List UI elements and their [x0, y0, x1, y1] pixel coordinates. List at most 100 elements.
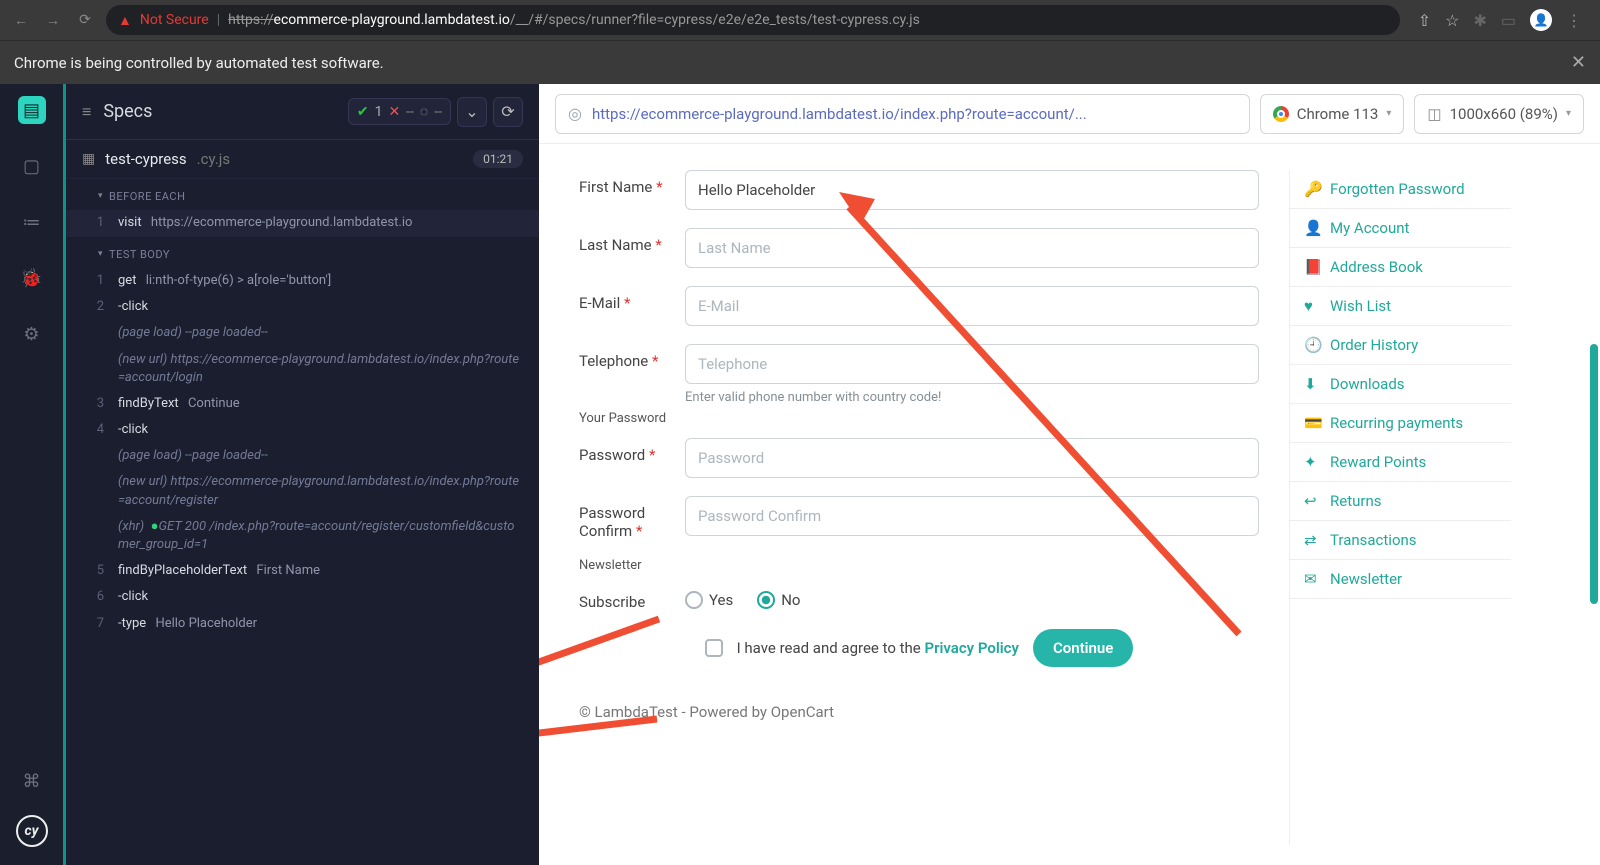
last-name-input[interactable] — [685, 228, 1259, 268]
viewport-chip[interactable]: ◫ 1000x660 (89%)▾ — [1414, 94, 1584, 134]
register-form: First Name * Last Name * E-Mail * Teleph… — [579, 170, 1259, 845]
scrollbar[interactable] — [1588, 144, 1600, 865]
debug-nav-icon[interactable]: 🐞 — [18, 264, 46, 292]
test-body-label: ▾TEST BODY — [66, 237, 539, 268]
sidebar-item-0[interactable]: 🔑 Forgotten Password — [1290, 170, 1511, 209]
sidebar-item-label: Transactions — [1330, 531, 1417, 549]
password-confirm-label: Password Confirm * — [579, 496, 671, 540]
specs-panel: ≡ Specs ✔1 ✕-- ◌-- ⌄ ⟳ ▦ test-cypress.cy… — [63, 84, 539, 865]
agree-text: I have read and agree to the Privacy Pol… — [737, 639, 1019, 657]
sidebar-item-label: Order History — [1330, 336, 1418, 354]
forward-icon[interactable]: → — [42, 9, 64, 31]
sidebar-item-icon: ✉ — [1304, 570, 1320, 588]
cypress-nav-rail: ▤ ▢ ≔ 🐞 ⚙ ⌘ cy — [0, 84, 63, 865]
subscribe-no-radio[interactable]: No — [757, 591, 800, 609]
continue-button[interactable]: Continue — [1033, 629, 1133, 667]
runs-nav-icon[interactable]: ▢ — [18, 152, 46, 180]
x-icon: ✕ — [388, 104, 400, 120]
sidebar-item-label: My Account — [1330, 219, 1409, 237]
reload-icon[interactable]: ⟳ — [74, 9, 96, 31]
first-name-label: First Name * — [579, 170, 671, 196]
password-confirm-input[interactable] — [685, 496, 1259, 536]
sidebar-item-7[interactable]: ✦ Reward Points — [1290, 443, 1511, 482]
spinner-icon: ◌ — [420, 103, 428, 120]
aut-url: https://ecommerce-playground.lambdatest.… — [592, 105, 1237, 123]
star-icon[interactable]: ☆ — [1445, 11, 1459, 30]
last-name-label: Last Name * — [579, 228, 671, 254]
chevron-down-icon[interactable]: ⌄ — [457, 97, 487, 127]
sidebar-item-icon: 🔑 — [1304, 180, 1320, 198]
spec-file-row[interactable]: ▦ test-cypress.cy.js 01:21 — [66, 140, 539, 179]
sidebar-item-icon: ↩ — [1304, 492, 1320, 510]
url-text: https://ecommerce-playground.lambdatest.… — [228, 12, 920, 28]
settings-nav-icon[interactable]: ⚙ — [18, 320, 46, 348]
sidebar-item-6[interactable]: 💳 Recurring payments — [1290, 404, 1511, 443]
command-log[interactable]: ▾BEFORE EACH 1visit https://ecommerce-pl… — [66, 179, 539, 865]
address-bar[interactable]: ▲ Not Secure | https://ecommerce-playgro… — [106, 5, 1400, 35]
account-sidebar: 🔑 Forgotten Password 👤 My Account 📕 Address B… — [1289, 170, 1511, 845]
spec-file-ext: .cy.js — [197, 150, 230, 168]
automation-banner: Chrome is being controlled by automated … — [0, 40, 1600, 84]
privacy-link[interactable]: Privacy Policy — [924, 639, 1018, 657]
password-input[interactable] — [685, 438, 1259, 478]
close-banner-icon[interactable]: ✕ — [1571, 52, 1586, 73]
sidebar-item-label: Forgotten Password — [1330, 180, 1465, 198]
email-input[interactable] — [685, 286, 1259, 326]
sidebar-item-label: Downloads — [1330, 375, 1405, 393]
sidebar-item-1[interactable]: 👤 My Account — [1290, 209, 1511, 248]
aut-panel: ◎ https://ecommerce-playground.lambdates… — [539, 84, 1600, 865]
newsletter-heading: Newsletter — [579, 558, 1259, 573]
sidebar-item-label: Reward Points — [1330, 453, 1426, 471]
keyboard-icon[interactable]: ⌘ — [18, 767, 46, 795]
sidebar-item-icon: 📕 — [1304, 258, 1320, 276]
sidebar-item-label: Returns — [1330, 492, 1381, 510]
warning-icon: ▲ — [118, 12, 132, 29]
sidebar-item-label: Recurring payments — [1330, 414, 1463, 432]
aut-url-bar[interactable]: ◎ https://ecommerce-playground.lambdates… — [555, 94, 1250, 134]
telephone-input[interactable] — [685, 344, 1259, 384]
password-label: Password * — [579, 438, 671, 464]
menu-icon[interactable]: ≡ — [82, 102, 91, 122]
list-nav-icon[interactable]: ≔ — [18, 208, 46, 236]
first-name-input[interactable] — [685, 170, 1259, 210]
sidebar-item-icon: 🕘 — [1304, 336, 1320, 354]
telephone-label: Telephone * — [579, 344, 671, 370]
sidebar-item-icon: ✦ — [1304, 453, 1320, 471]
sidebar-item-3[interactable]: ♥Wish List — [1290, 287, 1511, 326]
sidebar-item-label: Address Book — [1330, 258, 1423, 276]
agree-checkbox[interactable] — [705, 639, 723, 657]
duration-pill: 01:21 — [473, 150, 523, 168]
kebab-icon[interactable]: ⋮ — [1566, 11, 1582, 30]
footer-text: © LambdaTest - Powered by OpenCart — [579, 703, 1259, 721]
sidebar-item-label: Wish List — [1330, 297, 1391, 315]
specs-title: Specs — [103, 101, 152, 122]
before-each-label: ▾BEFORE EACH — [66, 179, 539, 210]
profile-icon[interactable]: 👤 — [1530, 9, 1552, 31]
restart-icon[interactable]: ⟳ — [493, 97, 523, 127]
sidebar-item-5[interactable]: ⬇ Downloads — [1290, 365, 1511, 404]
not-secure-label: Not Secure — [140, 12, 209, 28]
share-icon[interactable]: ⇧ — [1418, 11, 1431, 30]
cypress-badge-icon[interactable]: cy — [16, 815, 48, 847]
subscribe-yes-radio[interactable]: Yes — [685, 591, 733, 609]
sidebar-item-4[interactable]: 🕘 Order History — [1290, 326, 1511, 365]
sidebar-item-icon: 💳 — [1304, 414, 1320, 432]
sidebar-item-8[interactable]: ↩ Returns — [1290, 482, 1511, 521]
sidebar-item-label: Newsletter — [1330, 570, 1402, 588]
specs-nav-icon[interactable]: ▤ — [18, 96, 46, 124]
sidebar-item-icon: 👤 — [1304, 219, 1320, 237]
sidebar-item-9[interactable]: ⇄ Transactions — [1290, 521, 1511, 560]
file-icon: ▦ — [82, 151, 95, 167]
panel-icon[interactable]: ▭ — [1501, 11, 1516, 30]
sidebar-item-2[interactable]: 📕 Address Book — [1290, 248, 1511, 287]
target-icon[interactable]: ◎ — [568, 104, 582, 123]
sidebar-item-10[interactable]: ✉ Newsletter — [1290, 560, 1511, 599]
browser-chip[interactable]: Chrome 113▾ — [1260, 94, 1405, 134]
sidebar-item-icon: ⬇ — [1304, 375, 1320, 393]
chrome-icon — [1273, 106, 1289, 122]
extensions-icon[interactable]: ✱ — [1473, 11, 1486, 30]
back-icon[interactable]: ← — [10, 9, 32, 31]
email-label: E-Mail * — [579, 286, 671, 312]
sidebar-item-icon: ⇄ — [1304, 531, 1320, 549]
scale-icon: ◫ — [1427, 105, 1441, 123]
